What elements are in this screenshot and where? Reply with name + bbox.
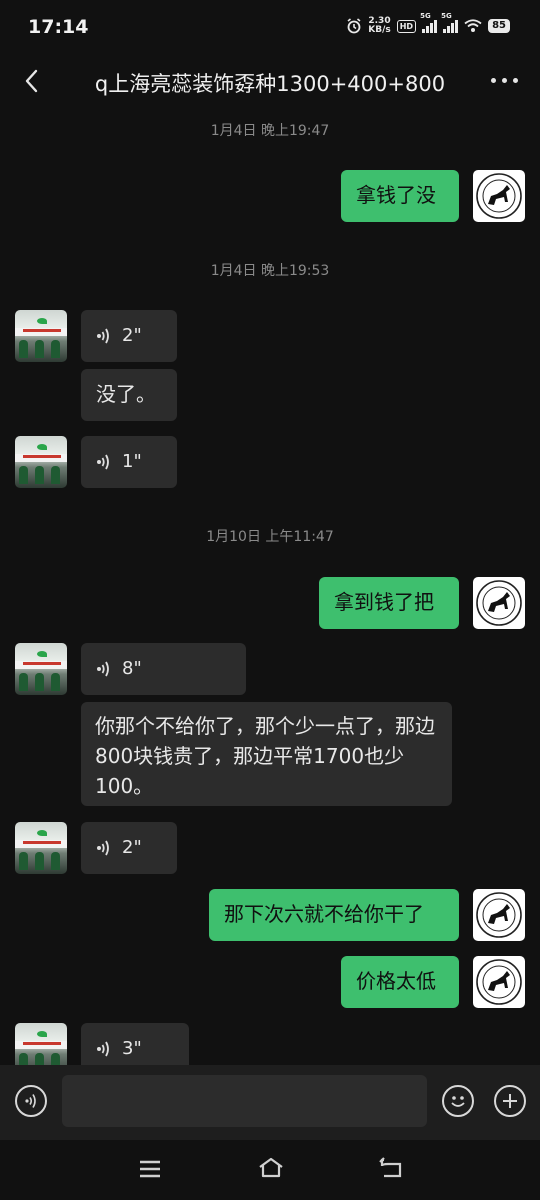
voice-message[interactable]: 3" (81, 1023, 189, 1065)
status-time: 17:14 (28, 16, 89, 38)
hd-badge: HD (396, 19, 417, 33)
network-speed-unit: KB/s (368, 25, 391, 35)
horse-logo-icon (476, 173, 522, 219)
my-avatar[interactable] (473, 170, 525, 222)
status-indicators: 2.30 KB/s HD 5G 5G 85 (346, 12, 510, 35)
outgoing-message[interactable]: 拿钱了没 (341, 170, 459, 222)
message-timestamp: 1月4日 晚上19:47 (210, 123, 330, 139)
incoming-message[interactable]: 没了。 (81, 369, 177, 421)
home-icon[interactable] (257, 1156, 285, 1180)
contact-avatar[interactable] (15, 643, 67, 695)
message-input[interactable] (62, 1075, 427, 1127)
my-avatar[interactable] (473, 889, 525, 941)
voice-duration: 8" (122, 658, 142, 679)
back-nav-icon[interactable] (378, 1156, 404, 1180)
voice-wave-icon (97, 1041, 109, 1057)
status-bar: 17:14 2.30 KB/s HD 5G 5G 85 (0, 0, 540, 56)
outgoing-message[interactable]: 拿到钱了把 (319, 577, 459, 629)
network-speed: 2.30 KB/s (368, 17, 390, 35)
my-avatar[interactable] (473, 956, 525, 1008)
alarm-icon (347, 18, 361, 34)
sim1-label: 5G (420, 12, 431, 20)
voice-wave-icon (97, 661, 109, 677)
message-text: 那下次六就不给你干了 (224, 902, 424, 926)
message-timestamp: 1月10日 上午11:47 (206, 529, 334, 545)
voice-message[interactable]: 8" (81, 643, 246, 695)
battery-level: 85 (488, 19, 510, 33)
message-text: 你那个不给你了，那个少一点了，那边800块钱贵了，那边平常1700也少100。 (95, 714, 435, 798)
chat-title: q上海亮蕊装饰孬种1300+400+800 (94, 72, 446, 96)
voice-duration: 1" (122, 451, 142, 472)
message-list[interactable]: 1月4日 晚上19:47 拿钱了没 1月4日 晚上19:53 2" 没了。 1"… (0, 110, 540, 1065)
message-text: 拿到钱了把 (334, 590, 434, 614)
emoji-icon[interactable] (442, 1085, 474, 1117)
my-avatar[interactable] (473, 577, 525, 629)
menu-icon[interactable] (138, 1158, 162, 1180)
signal-icon-sim2: 5G (441, 12, 459, 33)
voice-wave-icon (97, 840, 109, 856)
system-nav-bar (0, 1140, 540, 1200)
voice-duration: 2" (122, 837, 142, 858)
contact-avatar[interactable] (15, 822, 67, 874)
contact-avatar[interactable] (15, 436, 67, 488)
voice-wave-icon (97, 328, 109, 344)
sim2-label: 5G (441, 12, 452, 20)
message-text: 没了。 (96, 382, 156, 406)
input-bar (0, 1065, 540, 1140)
voice-duration: 3" (122, 1038, 142, 1059)
more-horizontal-icon[interactable] (491, 78, 518, 83)
wifi-icon (464, 19, 482, 32)
chat-header: q上海亮蕊装饰孬种1300+400+800 (0, 56, 540, 108)
voice-message[interactable]: 2" (81, 310, 177, 362)
chevron-left-icon[interactable] (20, 68, 46, 94)
contact-avatar[interactable] (15, 1023, 67, 1065)
message-timestamp: 1月4日 晚上19:53 (210, 263, 330, 279)
voice-message[interactable]: 1" (81, 436, 177, 488)
chat-screen: 17:14 2.30 KB/s HD 5G 5G 85 q上海亮蕊装饰孬种130… (0, 0, 540, 1200)
voice-duration: 2" (122, 325, 142, 346)
horse-logo-icon (476, 959, 522, 1005)
voice-wave-icon (97, 454, 109, 470)
incoming-message[interactable]: 你那个不给你了，那个少一点了，那边800块钱贵了，那边平常1700也少100。 (81, 702, 452, 806)
contact-avatar[interactable] (15, 310, 67, 362)
voice-message[interactable]: 2" (81, 822, 177, 874)
message-text: 价格太低 (356, 969, 436, 993)
signal-icon-sim1: 5G (420, 12, 438, 33)
outgoing-message[interactable]: 价格太低 (341, 956, 459, 1008)
plus-icon[interactable] (494, 1085, 526, 1117)
voice-icon[interactable] (15, 1085, 47, 1117)
horse-logo-icon (476, 580, 522, 626)
message-text: 拿钱了没 (356, 183, 436, 207)
horse-logo-icon (476, 892, 522, 938)
outgoing-message[interactable]: 那下次六就不给你干了 (209, 889, 459, 941)
